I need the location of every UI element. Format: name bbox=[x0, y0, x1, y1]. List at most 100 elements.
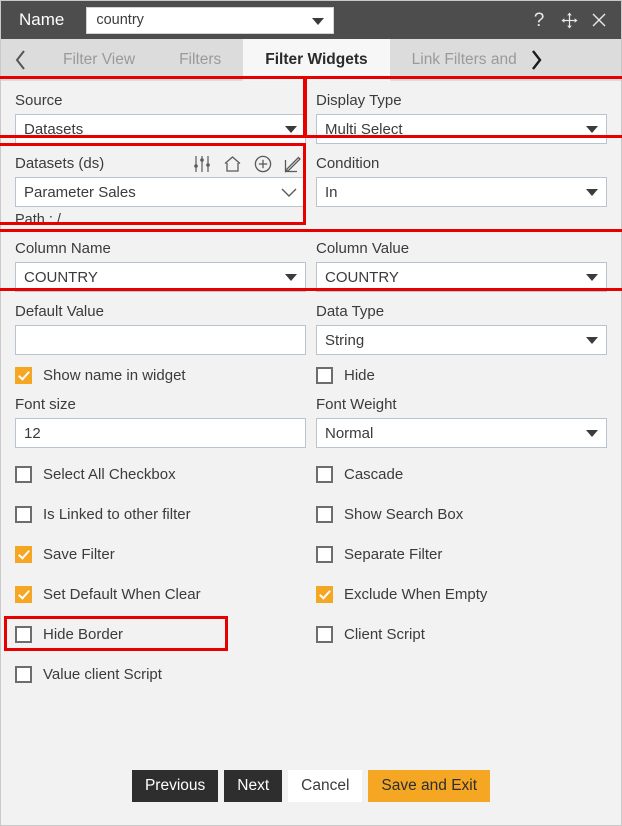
tab-link-filters-and[interactable]: Link Filters and bbox=[389, 39, 516, 81]
row-selectall-cascade: Select All Checkbox Cascade bbox=[15, 454, 607, 494]
checkbox-exclude-when-empty[interactable]: Exclude When Empty bbox=[316, 585, 607, 603]
column-name-select[interactable]: COUNTRY bbox=[15, 262, 306, 292]
column-name-value: COUNTRY bbox=[24, 268, 98, 286]
row-fontsize-fontweight: Font size 12 Font Weight Normal bbox=[15, 395, 607, 448]
row-setdefault-excludeempty: Set Default When Clear Exclude When Empt… bbox=[15, 574, 607, 614]
checkbox-client-script[interactable]: Client Script bbox=[316, 625, 607, 643]
checkbox-box[interactable] bbox=[15, 366, 32, 384]
dialog-footer: Previous Next Cancel Save and Exit bbox=[1, 761, 621, 825]
checkbox-label: Show Search Box bbox=[344, 505, 464, 523]
font-size-input[interactable]: 12 bbox=[15, 418, 306, 448]
font-size-label: Font size bbox=[15, 396, 76, 413]
tab-bar: Filter View Filters Filter Widgets Link … bbox=[1, 39, 621, 81]
chevron-down-icon bbox=[281, 187, 297, 198]
condition-label: Condition bbox=[316, 155, 380, 172]
font-weight-value: Normal bbox=[325, 424, 374, 442]
chevron-down-icon bbox=[312, 18, 325, 25]
column-name-label: Column Name bbox=[15, 240, 111, 257]
form-area: Source Datasets Display Type Multi Selec… bbox=[0, 76, 622, 761]
checkbox-box[interactable] bbox=[15, 625, 32, 643]
checkbox-set-default-when-clear[interactable]: Set Default When Clear bbox=[15, 585, 306, 603]
tab-label: Filter Widgets bbox=[265, 51, 368, 68]
question-mark-icon[interactable]: ? bbox=[529, 10, 549, 30]
checkbox-hide[interactable]: Hide bbox=[316, 366, 607, 384]
column-value-select[interactable]: COUNTRY bbox=[316, 262, 607, 292]
tabs-scroll-right-button[interactable] bbox=[515, 39, 556, 81]
datasets-value: Parameter Sales bbox=[24, 183, 136, 201]
checkbox-label: Show name in widget bbox=[43, 366, 186, 384]
checkbox-box[interactable] bbox=[316, 505, 333, 523]
row-shownname-hide: Show name in widget Hide bbox=[15, 355, 607, 395]
checkbox-box[interactable] bbox=[316, 585, 333, 603]
row-islinked-showsearch: Is Linked to other filter Show Search Bo… bbox=[15, 494, 607, 534]
dialog-titlebar: Name country ? bbox=[1, 1, 621, 39]
checkbox-box[interactable] bbox=[316, 625, 333, 643]
checkbox-box[interactable] bbox=[15, 505, 32, 523]
checkbox-value-client-script[interactable]: Value client Script bbox=[15, 665, 311, 683]
checkbox-box[interactable] bbox=[15, 545, 32, 563]
checkbox-label: Exclude When Empty bbox=[344, 585, 488, 603]
checkbox-label: Cascade bbox=[344, 465, 404, 483]
field-group-default-value: Default Value bbox=[15, 302, 306, 355]
checkbox-label: Is Linked to other filter bbox=[43, 505, 191, 523]
source-select[interactable]: Datasets bbox=[15, 114, 306, 144]
checkbox-label: Client Script bbox=[344, 625, 425, 643]
checkbox-box[interactable] bbox=[316, 366, 333, 384]
checkbox-separate-filter[interactable]: Separate Filter bbox=[316, 545, 607, 563]
tab-filter-view[interactable]: Filter View bbox=[41, 39, 158, 81]
next-button[interactable]: Next bbox=[224, 770, 283, 802]
checkbox-label: Hide Border bbox=[43, 625, 124, 643]
tab-label: Link Filters and bbox=[411, 51, 516, 68]
column-value-value: COUNTRY bbox=[325, 268, 399, 286]
field-group-display-type: Display Type Multi Select bbox=[316, 91, 607, 144]
tabs-scroll-left-button[interactable] bbox=[1, 39, 41, 81]
plus-circle-icon[interactable] bbox=[254, 155, 272, 173]
checkbox-box[interactable] bbox=[15, 665, 32, 683]
close-icon[interactable] bbox=[589, 10, 609, 30]
edit-pencil-icon[interactable] bbox=[284, 155, 302, 173]
checkbox-show-name-in-widget[interactable]: Show name in widget bbox=[15, 366, 306, 384]
datasets-header: Datasets (ds) bbox=[15, 154, 306, 174]
chevron-down-icon bbox=[586, 189, 598, 196]
checkbox-is-linked-to-other-filter[interactable]: Is Linked to other filter bbox=[15, 505, 306, 523]
checkbox-box[interactable] bbox=[316, 545, 333, 563]
checkbox-select-all-checkbox[interactable]: Select All Checkbox bbox=[15, 465, 306, 483]
datasets-select[interactable]: Parameter Sales bbox=[15, 177, 306, 207]
checkbox-save-filter[interactable]: Save Filter bbox=[15, 545, 306, 563]
checkbox-box[interactable] bbox=[15, 465, 32, 483]
checkbox-box[interactable] bbox=[316, 465, 333, 483]
cancel-button[interactable]: Cancel bbox=[288, 770, 363, 802]
chevron-down-icon bbox=[285, 126, 297, 133]
tab-label: Filter View bbox=[63, 51, 136, 68]
display-type-value: Multi Select bbox=[325, 120, 403, 138]
checkbox-label: Value client Script bbox=[43, 665, 162, 683]
checkbox-hide-border[interactable]: Hide Border bbox=[15, 625, 306, 643]
titlebar-icon-group: ? bbox=[529, 10, 609, 30]
field-group-datasets: Datasets (ds) Parameter Sales Path: / bbox=[15, 154, 306, 229]
sliders-icon[interactable] bbox=[193, 155, 211, 173]
default-value-input[interactable] bbox=[15, 325, 306, 355]
checkbox-cascade[interactable]: Cascade bbox=[316, 465, 607, 483]
previous-button[interactable]: Previous bbox=[131, 770, 219, 802]
checkbox-show-search-box[interactable]: Show Search Box bbox=[316, 505, 607, 523]
checkbox-box[interactable] bbox=[15, 585, 32, 603]
home-icon[interactable] bbox=[223, 155, 242, 173]
move-arrows-icon[interactable] bbox=[559, 10, 579, 30]
field-group-column-value: Column Value COUNTRY bbox=[316, 239, 607, 292]
condition-select[interactable]: In bbox=[316, 177, 607, 207]
display-type-select[interactable]: Multi Select bbox=[316, 114, 607, 144]
font-weight-select[interactable]: Normal bbox=[316, 418, 607, 448]
row-default-datatype: Default Value Data Type String bbox=[15, 302, 607, 355]
tab-filters[interactable]: Filters bbox=[157, 39, 244, 81]
checkbox-label: Set Default When Clear bbox=[43, 585, 201, 603]
chevron-down-icon bbox=[586, 274, 598, 281]
chevron-down-icon bbox=[586, 337, 598, 344]
save-and-exit-button[interactable]: Save and Exit bbox=[368, 770, 491, 802]
tab-filter-widgets[interactable]: Filter Widgets bbox=[243, 39, 390, 81]
datasets-icon-group bbox=[193, 155, 306, 173]
name-input[interactable]: country bbox=[86, 6, 335, 34]
data-type-value: String bbox=[325, 331, 365, 349]
data-type-select[interactable]: String bbox=[316, 325, 607, 355]
